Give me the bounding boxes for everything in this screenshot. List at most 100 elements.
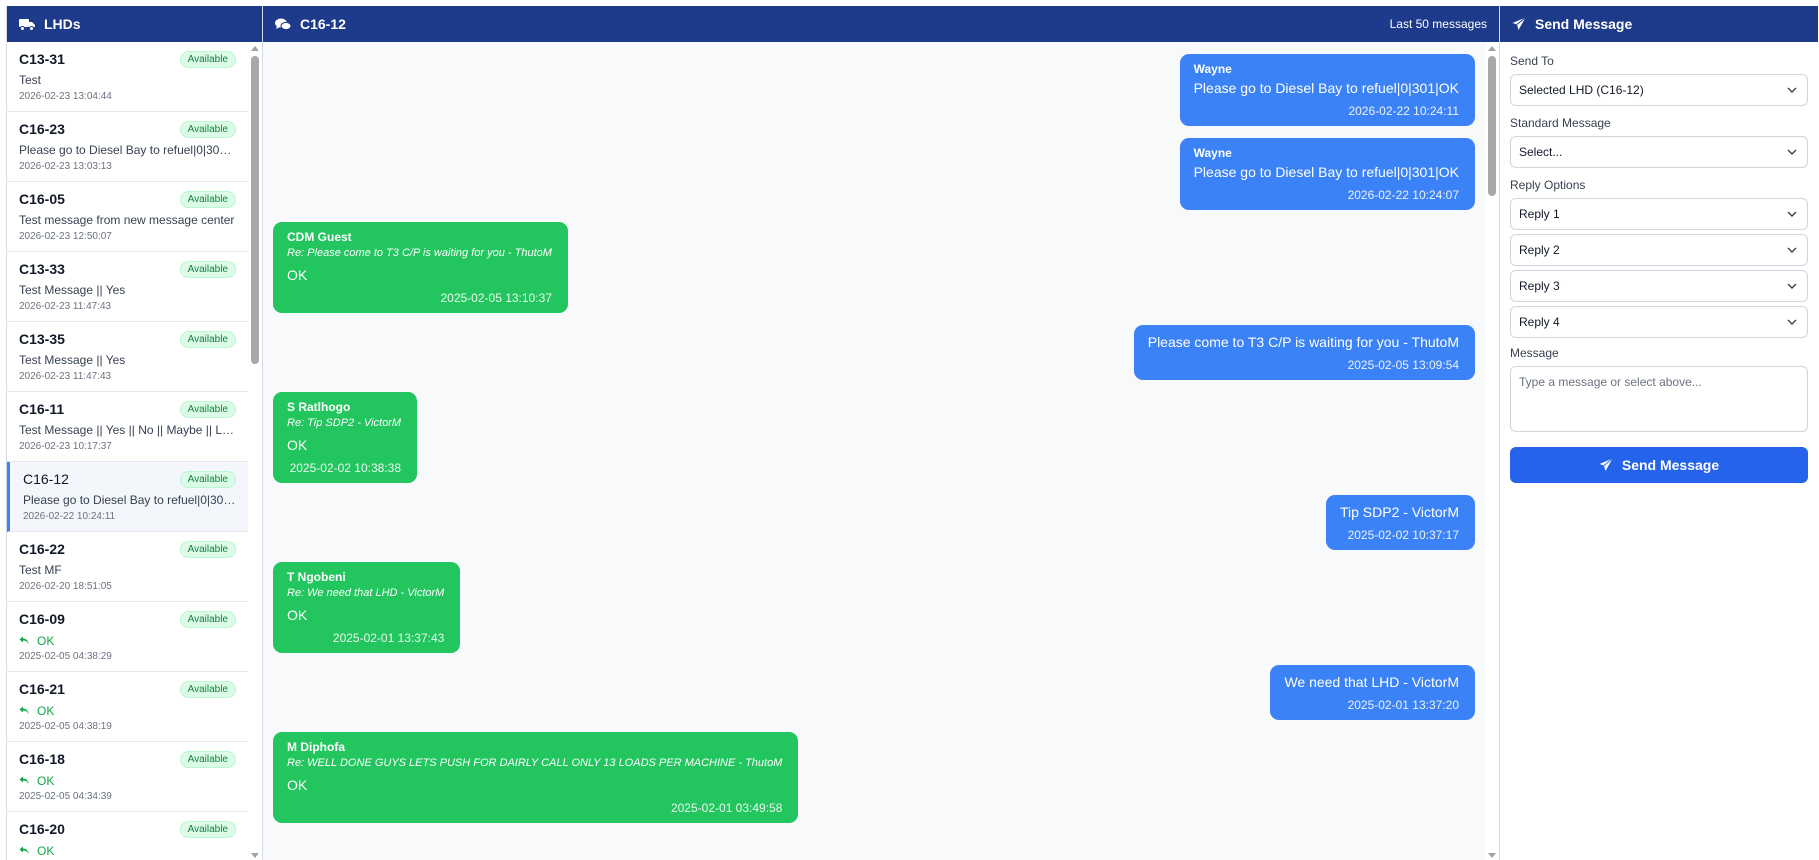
lhd-list-item[interactable]: C13-31 Available Test 2026-02-23 13:04:44 [7, 42, 248, 112]
lhd-last-time: 2026-02-23 13:03:13 [19, 161, 112, 172]
reply-option-select[interactable]: Reply 2 [1510, 234, 1808, 266]
lhd-last-time: 2026-02-23 10:17:37 [19, 441, 112, 452]
reply-option-value: Reply 1 [1519, 207, 1560, 221]
lhd-list-item[interactable]: C16-05 Available Test message from new mes… [7, 182, 248, 252]
incoming-message: M Diphofa Re: WELL DONE GUYS LETS PUSH FO… [273, 732, 799, 823]
lhd-list-scrollbar[interactable] [248, 42, 262, 860]
lhd-list-item[interactable]: C16-21 Available OK 2025-02-05 04:38:19 [7, 672, 248, 742]
lhd-last-time: 2025-02-05 04:34:39 [19, 791, 112, 802]
reply-icon [19, 706, 29, 715]
reply-option-value: Reply 2 [1519, 243, 1560, 257]
status-badge: Available [179, 50, 236, 68]
reply-option-select[interactable]: Reply 4 [1510, 306, 1808, 338]
message-input[interactable] [1510, 366, 1808, 432]
chat-header: C16-12 Last 50 messages [263, 6, 1499, 42]
lhd-last-time: 2026-02-23 11:47:43 [19, 371, 112, 382]
status-badge: Available [179, 680, 236, 698]
lhd-list-item[interactable]: C16-09 Available OK 2025-02-05 04:38:29 [7, 602, 248, 672]
chat-scrollbar[interactable] [1485, 42, 1499, 860]
lhd-name: C16-12 [23, 471, 69, 487]
lhd-list-item[interactable]: C16-20 Available OK [7, 812, 248, 860]
lhd-name: C16-20 [19, 821, 65, 837]
chat-title: C16-12 [300, 16, 346, 32]
lhd-panel-header: LHDs [7, 6, 262, 42]
reply-option-select[interactable]: Reply 1 [1510, 198, 1808, 230]
lhd-last-time: 2026-02-23 13:04:44 [19, 91, 112, 102]
chevron-down-icon [1787, 87, 1797, 93]
incoming-message: T Ngobeni Re: We need that LHD - VictorM O… [273, 562, 461, 653]
lhd-list-item[interactable]: C16-22 Available Test MF 2026-02-20 18:51:0… [7, 532, 248, 602]
message-time: 2026-02-22 10:24:11 [1348, 104, 1459, 118]
reply-icon [19, 776, 29, 785]
lhd-last-message-text: OK [37, 633, 55, 648]
scrollbar-thumb[interactable] [1488, 56, 1496, 196]
lhd-last-message-text: Test Message || Yes [19, 353, 126, 367]
lhd-last-time: 2025-02-05 04:38:29 [19, 651, 112, 662]
message-text: OK [287, 607, 308, 623]
lhd-panel-title: LHDs [44, 16, 81, 32]
message-time: 2025-02-01 13:37:43 [332, 631, 445, 645]
lhd-last-message-text: Please go to Diesel Bay to refuel|0|301|… [23, 493, 236, 507]
paper-plane-icon [1512, 17, 1526, 30]
chevron-down-icon [1787, 247, 1797, 253]
lhd-last-message: OK [19, 843, 236, 858]
lhd-last-time: 2026-02-22 10:24:11 [23, 511, 116, 522]
lhd-list-item[interactable]: C16-12 Available Please go to Diesel Bay t… [7, 462, 248, 532]
outgoing-message: Tip SDP2 - VictorM 2025-02-02 10:37:17 [1325, 495, 1475, 550]
lhd-last-message-text: OK [37, 703, 55, 718]
chevron-down-icon [1787, 283, 1797, 289]
reply-option-value: Reply 4 [1519, 315, 1560, 329]
lhd-last-message-text: OK [37, 843, 55, 858]
lhd-last-message: Test Message || Yes [19, 283, 236, 298]
lhd-name: C16-11 [19, 401, 65, 417]
message-sender: Wayne [1193, 146, 1232, 160]
lhd-list-item[interactable]: C16-11 Available Test Message || Yes || No… [7, 392, 248, 462]
message-time: 2026-02-22 10:24:07 [1347, 188, 1459, 202]
lhd-last-message: Test Message || Yes [19, 353, 236, 368]
lhd-last-message: OK [19, 703, 236, 718]
chevron-down-icon [1787, 149, 1797, 155]
chevron-down-icon [1787, 211, 1797, 217]
message-text: OK [287, 437, 308, 453]
lhd-last-time: 2025-02-05 04:38:19 [19, 721, 112, 732]
lhd-list-container: C13-31 Available Test 2026-02-23 13:04:44 C1… [7, 42, 262, 860]
message-text: Please go to Diesel Bay to refuel|0|301|… [1193, 164, 1459, 180]
scroll-up-arrow-icon[interactable] [251, 46, 259, 51]
scroll-down-arrow-icon[interactable] [251, 853, 259, 858]
message-time: 2025-02-05 13:10:37 [440, 291, 552, 305]
scrollbar-thumb[interactable] [251, 56, 259, 364]
reply-option-select[interactable]: Reply 3 [1510, 270, 1808, 302]
lhd-name: C13-31 [19, 51, 65, 67]
lhd-name: C16-18 [19, 751, 65, 767]
scroll-down-arrow-icon[interactable] [1488, 853, 1496, 858]
lhd-list-item[interactable]: C13-35 Available Test Message || Yes 2026-0… [7, 322, 248, 392]
lhd-last-message-text: Test message from new message center [19, 213, 235, 227]
message-label: Message [1510, 346, 1559, 360]
message-quote: Re: Tip SDP2 - VictorM [287, 417, 402, 429]
lhd-last-message: Test message from new message center [19, 213, 236, 228]
reply-options: Reply 1 Reply 2 Reply 3 Reply 4 [1510, 198, 1808, 338]
lhd-list-item[interactable]: C16-18 Available OK 2025-02-05 04:34:39 [7, 742, 248, 812]
reply-options-label: Reply Options [1510, 178, 1586, 192]
send-message-button[interactable]: Send Message [1510, 447, 1808, 483]
send-to-select[interactable]: Selected LHD (C16-12) [1510, 74, 1808, 106]
message-time: 2025-02-02 10:38:38 [289, 461, 402, 475]
chat-body: Wayne Please go to Diesel Bay to refuel|0… [263, 42, 1499, 860]
message-sender: T Ngobeni [287, 570, 346, 584]
status-badge: Available [179, 610, 236, 628]
incoming-message: CDM Guest Re: Please come to T3 C/P is wa… [273, 222, 568, 313]
message-sender: Wayne [1193, 62, 1232, 76]
send-form: Send To Selected LHD (C16-12) Standard M… [1500, 42, 1818, 495]
lhd-list-item[interactable]: C16-23 Available Please go to Diesel Bay t… [7, 112, 248, 182]
lhd-list-item[interactable]: C13-33 Available Test Message || Yes 2026-0… [7, 252, 248, 322]
scroll-up-arrow-icon[interactable] [1488, 46, 1496, 51]
message-text: OK [287, 267, 308, 283]
lhd-last-message-text: Test Message || Yes [19, 283, 126, 297]
status-badge: Available [179, 470, 236, 488]
reply-icon [19, 636, 29, 645]
incoming-message: S Ratlhogo Re: Tip SDP2 - VictorM OK 2025-0… [273, 392, 418, 483]
status-badge: Available [179, 260, 236, 278]
lhd-last-message: OK [19, 773, 236, 788]
standard-message-select[interactable]: Select... [1510, 136, 1808, 168]
outgoing-message: Wayne Please go to Diesel Bay to refuel|0… [1179, 138, 1475, 210]
